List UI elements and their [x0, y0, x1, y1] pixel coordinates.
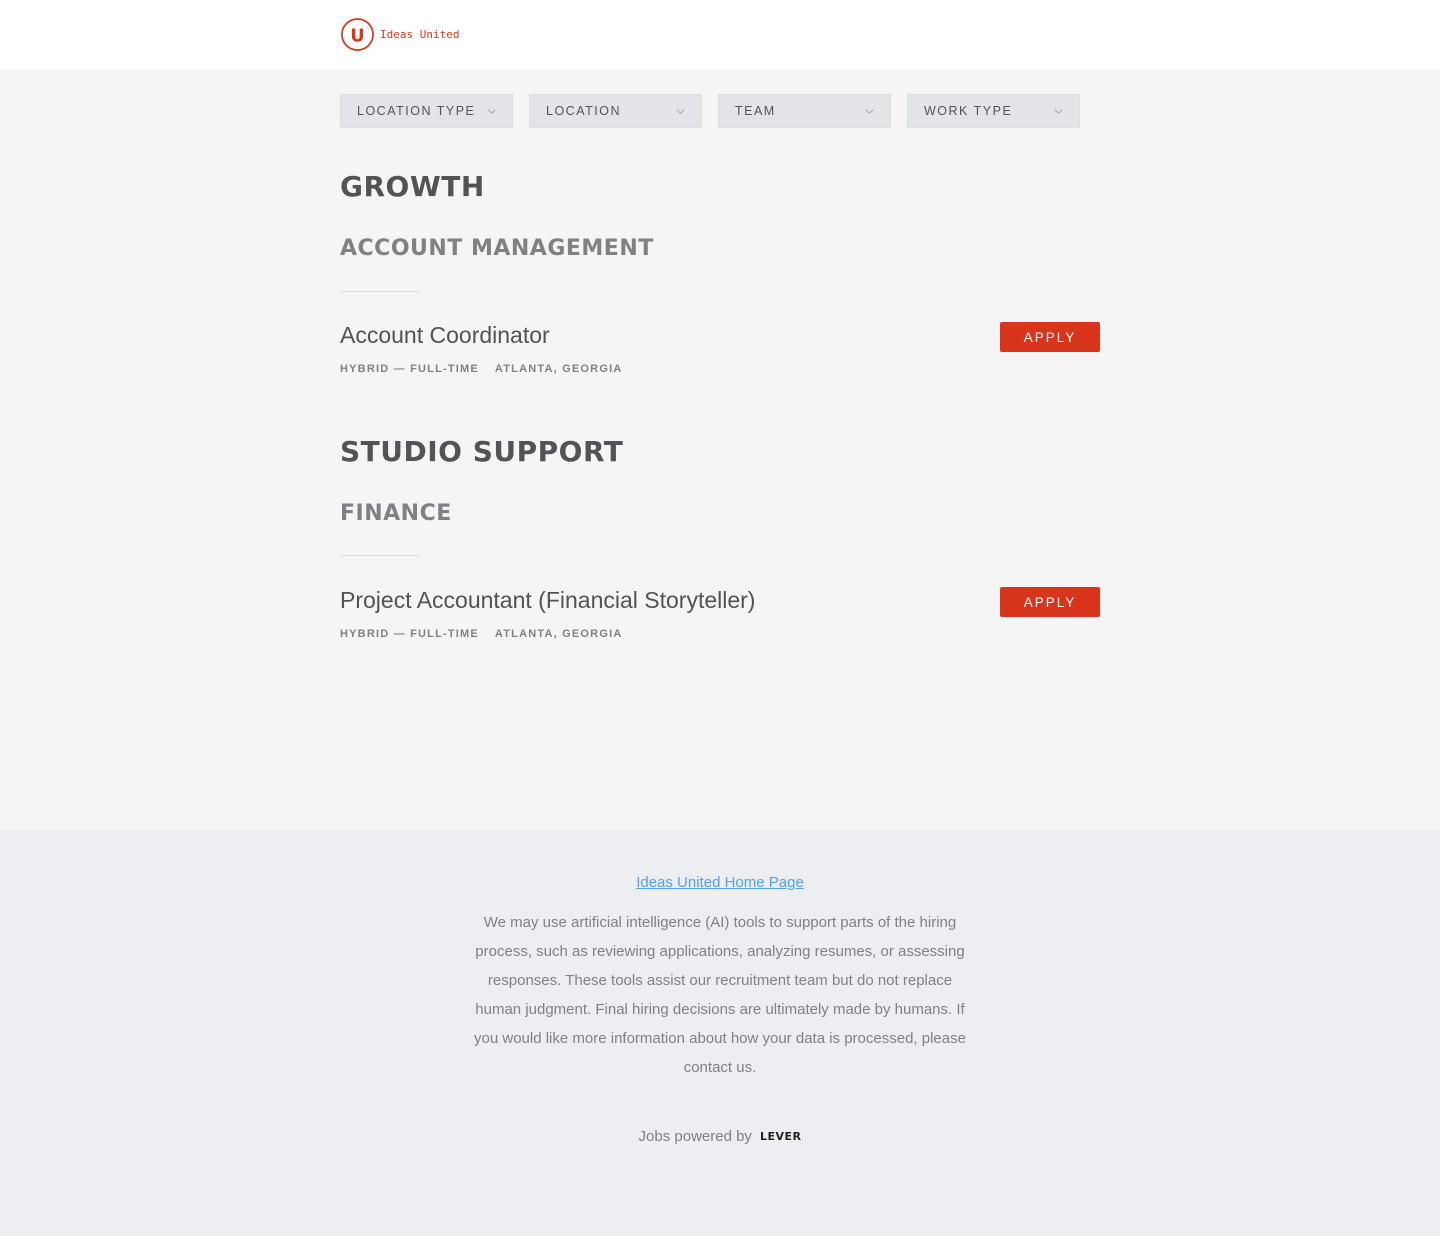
chevron-down-icon: [676, 108, 685, 114]
filter-bar: LOCATION TYPE LOCATION TEAM WORK TYPE: [340, 94, 1080, 128]
logo-text: Ideas United: [380, 28, 460, 41]
top-bar: U Ideas United: [0, 0, 1440, 70]
posting-commitment: HYBRID — FULL-TIME: [340, 363, 479, 375]
team-heading: FINANCE: [340, 501, 452, 526]
postings-main: LOCATION TYPE LOCATION TEAM WORK TYPE GR…: [0, 70, 1440, 830]
ideas-united-logo-icon: U: [341, 18, 374, 51]
filter-label: LOCATION: [546, 104, 621, 118]
section-divider: [340, 291, 420, 292]
section-divider: [340, 555, 420, 556]
filter-work-type[interactable]: WORK TYPE: [907, 94, 1080, 128]
page-footer: Ideas United Home Page We may use artifi…: [0, 830, 1440, 1236]
lever-logo-link[interactable]: LEVER: [760, 1130, 802, 1143]
department-heading: STUDIO SUPPORT: [340, 435, 624, 468]
posting-title-link[interactable]: Account Coordinator: [340, 322, 550, 349]
posting-meta: HYBRID — FULL-TIME ATLANTA, GEORGIA: [340, 628, 622, 640]
chevron-down-icon: [865, 108, 874, 114]
department-heading: GROWTH: [340, 170, 485, 203]
chevron-down-icon: [1054, 108, 1063, 114]
powered-by-text: Jobs powered by: [638, 1128, 752, 1145]
logo-letter: U: [350, 26, 364, 46]
chevron-down-icon: [487, 108, 496, 114]
apply-button[interactable]: APPLY: [1000, 587, 1100, 617]
company-logo[interactable]: U Ideas United: [340, 17, 459, 52]
posting-title-link[interactable]: Project Accountant (Financial Storytelle…: [340, 587, 755, 614]
filter-label: LOCATION TYPE: [357, 104, 476, 118]
home-page-link[interactable]: Ideas United Home Page: [0, 874, 1440, 891]
posting-location: ATLANTA, GEORGIA: [494, 363, 623, 375]
filter-location-type[interactable]: LOCATION TYPE: [340, 94, 513, 128]
posting-meta: HYBRID — FULL-TIME ATLANTA, GEORGIA: [340, 363, 622, 375]
powered-by: Jobs powered by LEVER: [0, 1128, 1440, 1145]
posting-commitment: HYBRID — FULL-TIME: [340, 628, 479, 640]
filter-location[interactable]: LOCATION: [529, 94, 702, 128]
filter-team[interactable]: TEAM: [718, 94, 891, 128]
team-heading: ACCOUNT MANAGEMENT: [340, 236, 654, 261]
ai-disclaimer-text: We may use artificial intelligence (AI) …: [474, 914, 966, 1076]
posting-location: ATLANTA, GEORGIA: [494, 628, 623, 640]
apply-button[interactable]: APPLY: [1000, 322, 1100, 352]
filter-label: WORK TYPE: [924, 104, 1013, 118]
filter-label: TEAM: [735, 104, 776, 118]
